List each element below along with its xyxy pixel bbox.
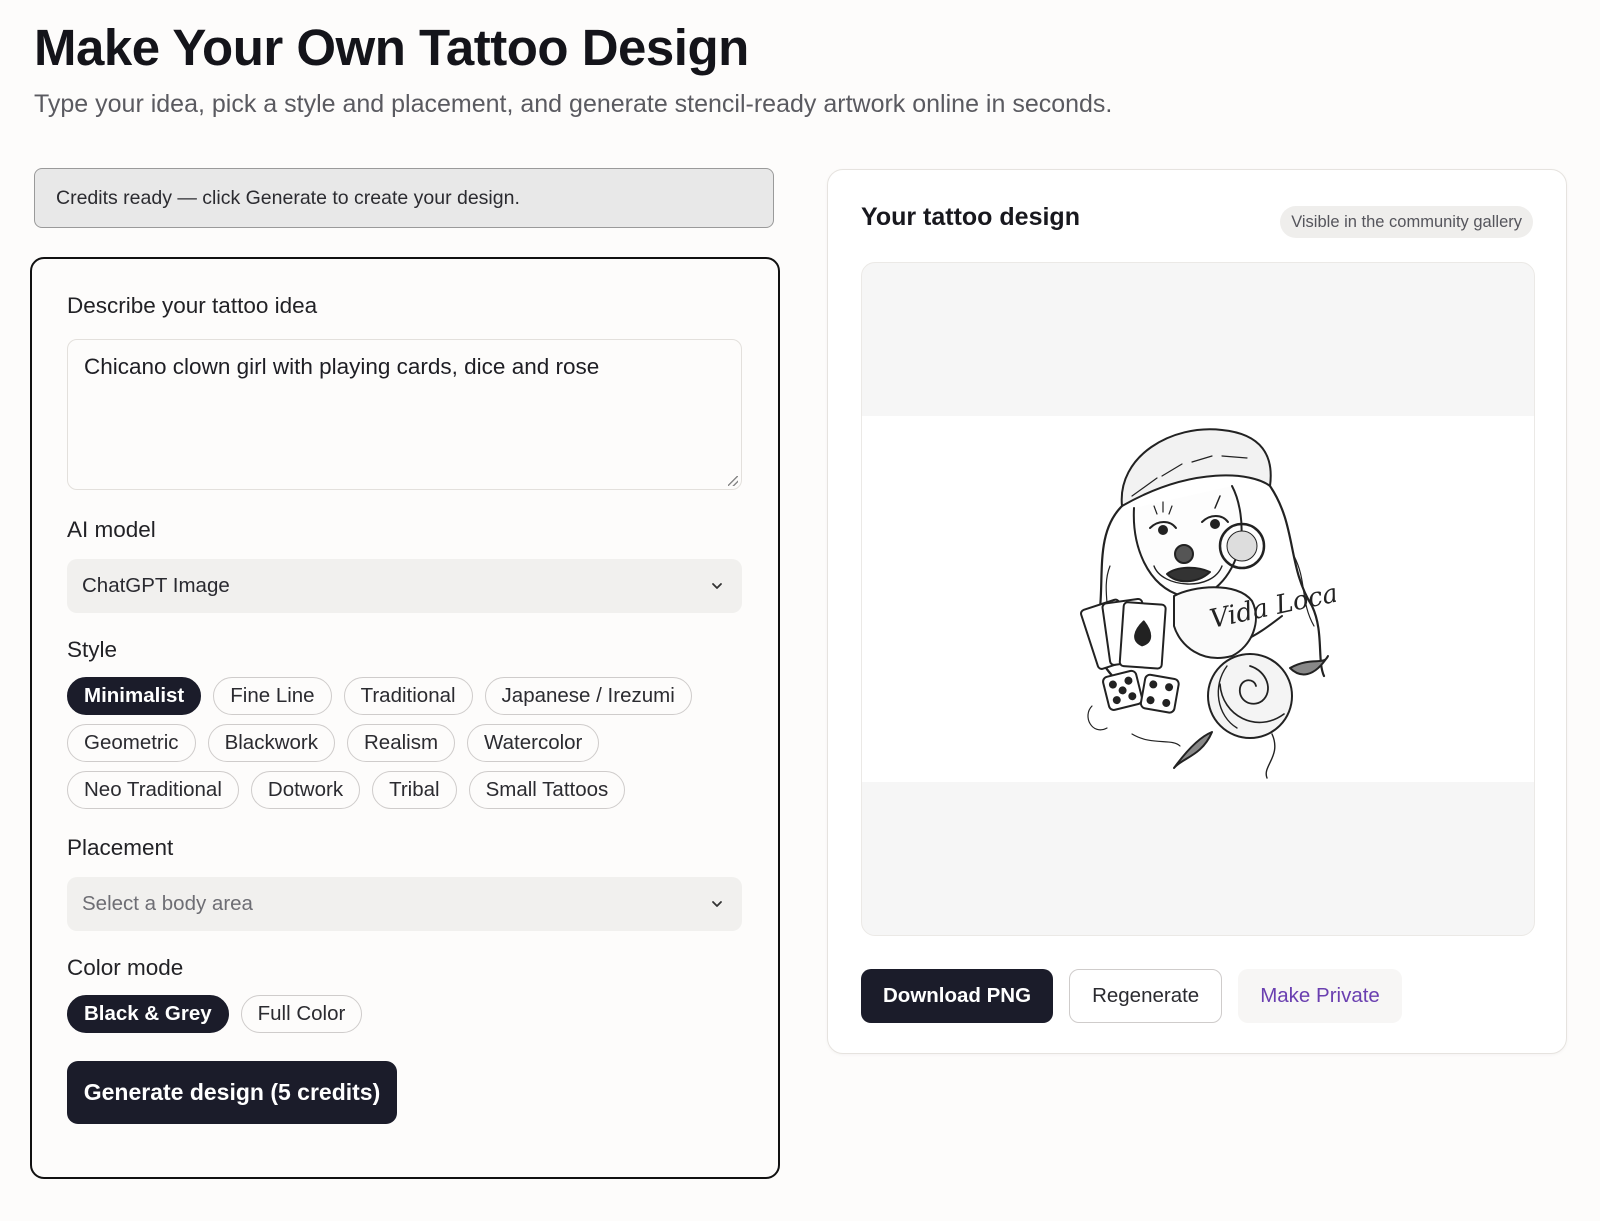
placement-label: Placement bbox=[67, 835, 174, 860]
tattoo-artwork: Vida Loca bbox=[1080, 428, 1336, 779]
color-chip-black-grey[interactable]: Black & Grey bbox=[67, 995, 229, 1033]
style-chip-row-1: Minimalist Fine Line Traditional Japanes… bbox=[67, 677, 692, 715]
idea-label: Describe your tattoo idea bbox=[67, 293, 318, 318]
style-chip-dotwork[interactable]: Dotwork bbox=[250, 771, 361, 809]
style-chip-row-2: Geometric Blackwork Realism Watercolor bbox=[67, 724, 600, 762]
tattoo-image: Vida Loca bbox=[862, 416, 1534, 782]
page-title: Make Your Own Tattoo Design bbox=[34, 19, 749, 76]
style-chip-fine-line[interactable]: Fine Line bbox=[213, 677, 332, 715]
make-private-button[interactable]: Make Private bbox=[1238, 969, 1402, 1023]
idea-textarea[interactable] bbox=[67, 339, 742, 490]
style-chip-realism[interactable]: Realism bbox=[346, 724, 456, 762]
style-chip-japanese[interactable]: Japanese / Irezumi bbox=[484, 677, 692, 715]
color-chip-full-color[interactable]: Full Color bbox=[240, 995, 363, 1033]
style-label: Style bbox=[67, 637, 118, 662]
credits-status-text: Credits ready — click Generate to create… bbox=[56, 186, 520, 209]
color-mode-label: Color mode bbox=[67, 955, 184, 980]
visibility-badge: Visible in the community gallery bbox=[1280, 206, 1533, 238]
download-png-button[interactable]: Download PNG bbox=[861, 969, 1054, 1023]
style-chip-minimalist[interactable]: Minimalist bbox=[67, 677, 202, 715]
style-chip-tribal[interactable]: Tribal bbox=[372, 771, 457, 809]
color-mode-chips: Black & Grey Full Color bbox=[67, 995, 363, 1033]
style-chip-blackwork[interactable]: Blackwork bbox=[207, 724, 335, 762]
placement-select[interactable]: Select a body area bbox=[67, 877, 742, 931]
tattoo-image-frame: Vida Loca bbox=[861, 262, 1535, 936]
model-label: AI model bbox=[67, 517, 156, 542]
generate-button[interactable]: Generate design (5 credits) bbox=[67, 1061, 397, 1124]
credits-status-banner: Credits ready — click Generate to create… bbox=[34, 168, 774, 228]
chevron-down-icon bbox=[712, 583, 722, 589]
design-form: Describe your tattoo idea AI model ChatG… bbox=[30, 257, 780, 1179]
style-chip-traditional[interactable]: Traditional bbox=[343, 677, 473, 715]
result-title: Your tattoo design bbox=[861, 203, 1080, 231]
style-chip-small-tattoos[interactable]: Small Tattoos bbox=[468, 771, 626, 809]
style-chip-neo-traditional[interactable]: Neo Traditional bbox=[67, 771, 239, 809]
chevron-down-icon bbox=[712, 901, 722, 907]
style-chip-row-3: Neo Traditional Dotwork Tribal Small Tat… bbox=[67, 771, 626, 809]
result-actions: Download PNG Regenerate Make Private bbox=[861, 969, 1402, 1023]
style-chip-geometric[interactable]: Geometric bbox=[67, 724, 196, 762]
style-chip-watercolor[interactable]: Watercolor bbox=[467, 724, 600, 762]
page-subtitle: Type your idea, pick a style and placeme… bbox=[34, 90, 1113, 118]
model-select-value: ChatGPT Image bbox=[82, 574, 230, 597]
result-panel: Your tattoo design Visible in the commun… bbox=[827, 169, 1567, 1054]
model-select[interactable]: ChatGPT Image bbox=[67, 559, 742, 613]
placement-select-placeholder: Select a body area bbox=[82, 892, 253, 915]
tattoo-script-text: Vida Loca bbox=[1207, 578, 1336, 634]
regenerate-button[interactable]: Regenerate bbox=[1069, 969, 1223, 1023]
